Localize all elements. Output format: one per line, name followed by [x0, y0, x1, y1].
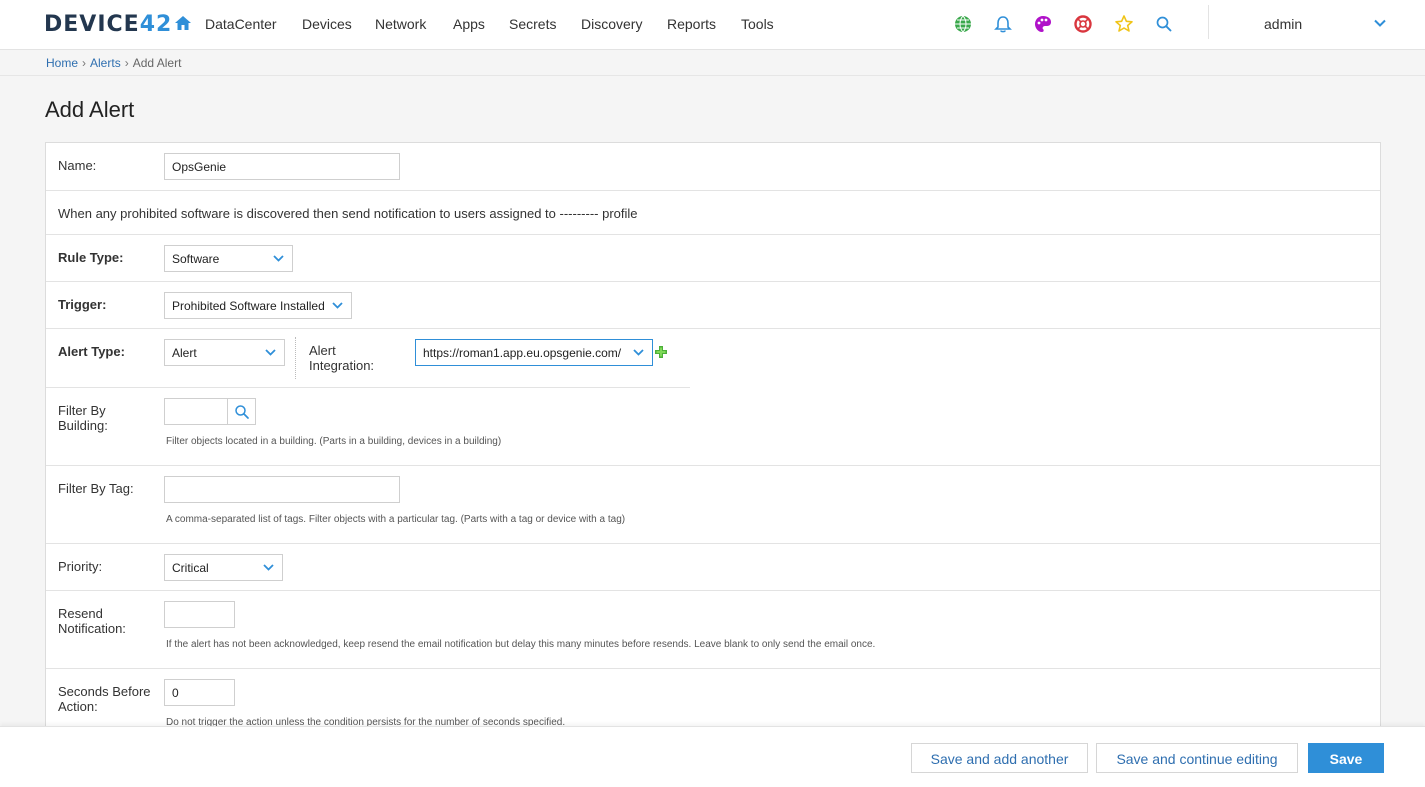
save-and-add-another-button[interactable]: Save and add another [911, 743, 1088, 773]
nav-reports[interactable]: Reports [667, 16, 716, 32]
filter-tag-label: Filter By Tag: [58, 481, 134, 496]
save-and-continue-button[interactable]: Save and continue editing [1096, 743, 1298, 773]
trigger-value: Prohibited Software Installed [172, 299, 325, 313]
nav-divider [1208, 5, 1209, 39]
resend-minutes-input[interactable] [164, 601, 235, 628]
bell-icon[interactable] [993, 14, 1013, 34]
home-icon[interactable] [174, 14, 192, 32]
search-icon[interactable] [1154, 14, 1174, 34]
user-menu-name[interactable]: admin [1264, 16, 1302, 32]
chevron-down-icon [273, 255, 284, 262]
nav-datacenter[interactable]: DataCenter [205, 16, 277, 32]
save-button[interactable]: Save [1308, 743, 1384, 773]
chevron-down-icon [633, 349, 644, 356]
alert-type-select[interactable]: Alert [164, 339, 285, 366]
breadcrumb-separator: › [82, 56, 87, 70]
filter-building-row: Filter By Building: Filter objects locate… [46, 388, 1380, 466]
page-title: Add Alert [45, 97, 135, 122]
form-actions-bar: Save and add another Save and continue e… [0, 726, 1425, 787]
seconds-before-input[interactable] [164, 679, 235, 706]
breadcrumb-alerts[interactable]: Alerts [90, 56, 121, 70]
help-lifebuoy-icon[interactable] [1073, 14, 1093, 34]
alert-type-value: Alert [172, 346, 197, 360]
priority-label: Priority: [58, 559, 103, 574]
rule-type-row: Rule Type: Software [46, 235, 1380, 282]
name-label: Name: [58, 158, 97, 173]
chevron-down-icon [265, 349, 276, 356]
chevron-down-icon[interactable] [1373, 16, 1387, 30]
alert-form: Name: When any prohibited software is di… [45, 142, 1381, 742]
priority-select[interactable]: Critical [164, 554, 283, 581]
filter-building-label: Filter By Building: [58, 403, 108, 433]
filter-tag-row: Filter By Tag: A comma-separated list of… [46, 466, 1380, 544]
name-row: Name: [46, 143, 1380, 191]
field-divider [295, 337, 296, 379]
breadcrumb: Home › Alerts › Add Alert [0, 51, 1425, 76]
breadcrumb-current: Add Alert [132, 56, 182, 70]
top-navbar: DEVICE42 DataCenter Devices Network Apps… [0, 0, 1425, 50]
breadcrumb-home[interactable]: Home [46, 56, 78, 70]
add-integration-icon[interactable] [655, 346, 667, 358]
nav-secrets[interactable]: Secrets [509, 16, 556, 32]
chevron-down-icon [332, 302, 343, 309]
alert-type-label: Alert Type: [58, 344, 125, 359]
nav-apps[interactable]: Apps [453, 16, 485, 32]
alert-integration-value: https://roman1.app.eu.opsgenie.com/ [423, 346, 622, 360]
resend-row: Resend Notification: If the alert has not… [46, 591, 1380, 669]
seconds-before-label: Seconds Before Action: [58, 684, 151, 714]
palette-icon[interactable] [1033, 14, 1053, 34]
alert-integration-label: Alert Integration: [309, 343, 375, 373]
globe-icon[interactable] [953, 14, 973, 34]
filter-building-input[interactable] [164, 398, 228, 425]
rule-type-value: Software [172, 252, 220, 266]
chevron-down-icon [263, 564, 274, 571]
info-row: When any prohibited software is discover… [46, 191, 1380, 235]
priority-row: Priority: Critical [46, 544, 1380, 591]
nav-devices[interactable]: Devices [302, 16, 352, 32]
resend-help: If the alert has not been acknowledged, … [166, 639, 876, 650]
device42-logo[interactable]: DEVICE42 [44, 12, 172, 37]
filter-tag-help: A comma-separated list of tags. Filter o… [166, 514, 626, 525]
rule-description-text: When any prohibited software is discover… [58, 206, 638, 221]
filter-building-help: Filter objects located in a building. (P… [166, 436, 502, 447]
alert-integration-select[interactable]: https://roman1.app.eu.opsgenie.com/ [415, 339, 653, 366]
nav-discovery[interactable]: Discovery [581, 16, 642, 32]
search-icon [235, 405, 249, 419]
name-input[interactable] [164, 153, 400, 180]
trigger-select[interactable]: Prohibited Software Installed [164, 292, 352, 319]
breadcrumb-separator: › [124, 56, 129, 70]
alert-type-row: Alert Type: Alert Alert Integration: http… [46, 329, 1380, 388]
trigger-row: Trigger: Prohibited Software Installed [46, 282, 1380, 329]
nav-tools[interactable]: Tools [741, 16, 774, 32]
trigger-label: Trigger: [58, 297, 107, 312]
star-icon[interactable] [1114, 14, 1134, 34]
resend-label: Resend Notification: [58, 606, 126, 636]
rule-type-select[interactable]: Software [164, 245, 293, 272]
rule-type-label: Rule Type: [58, 250, 124, 265]
priority-value: Critical [172, 561, 209, 575]
nav-network[interactable]: Network [375, 16, 426, 32]
filter-tag-input[interactable] [164, 476, 400, 503]
building-lookup-button[interactable] [227, 398, 256, 425]
